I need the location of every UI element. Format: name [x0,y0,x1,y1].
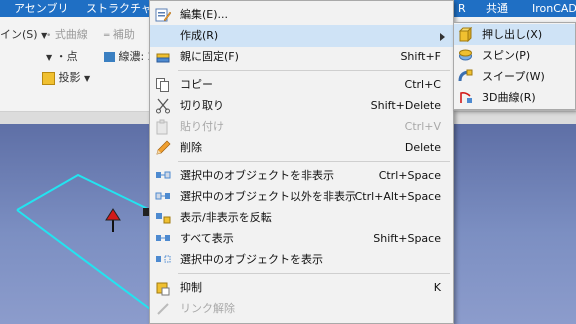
assist-label: 補助 [112,28,135,41]
menu-item-hide-selected[interactable]: 選択中のオブジェクトを非表示 Ctrl+Space [150,165,453,187]
point-label: ・点 [55,50,78,63]
assist-button[interactable]: ═ 補助 [104,26,135,42]
menu-item-label: 選択中のオブジェクトを表示 [180,253,323,266]
line-style-label: 式曲線 [54,28,88,41]
ribbon-line-fragment[interactable]: イン(S) ▼ [0,26,47,42]
point-button[interactable]: ▼ ・点 [46,48,78,64]
edit-icon [155,8,171,22]
chevron-down-icon: ▼ [84,74,91,83]
submenu-item-label: 押し出し(X) [482,28,543,41]
menu-item-label: すべて表示 [180,232,234,245]
menu-item-delete[interactable]: 削除 Delete [150,137,453,159]
tab-ironcad[interactable]: IronCAD [532,0,576,17]
hide-others-icon [155,192,170,200]
submenu-item-label: 3D曲線(R) [482,91,536,104]
spin-icon [459,49,472,61]
submenu-item-spin[interactable]: スピン(P) [454,45,575,66]
tab-assembly[interactable]: アセンブリ [14,0,68,17]
menu-item-shortcut: Ctrl+Alt+Space [354,190,441,203]
anchor-icon [156,53,170,63]
hide-selected-icon [156,171,171,179]
menu-item-label: 貼り付け [180,120,224,133]
scissors-icon [156,98,170,114]
line-style-button[interactable]: • 式曲線 [46,26,88,42]
menu-item-label: 選択中のオブジェクト以外を非表示 [180,190,356,203]
menu-item-copy[interactable]: コピー Ctrl+C [150,74,453,96]
menu-item-shortcut: Shift+F [400,50,441,63]
submenu-item-label: スイープ(W) [482,70,545,83]
copy-icon [156,78,169,92]
toggle-visibility-icon [156,213,171,224]
anchor-arrow-icon [105,208,121,221]
menu-item-unlink[interactable]: リンク解除 [150,298,453,320]
menu-item-hide-others[interactable]: 選択中のオブジェクト以外を非表示 Ctrl+Alt+Space [150,186,453,208]
point-dropdown-icon: ▼ [46,53,53,62]
assist-icon: ═ [104,31,110,41]
menu-item-shortcut: Delete [404,141,441,154]
show-all-icon [156,235,170,241]
menu-separator [178,70,450,71]
menu-item-show-all[interactable]: すべて表示 Shift+Space [150,228,453,250]
menu-item-label: 表示/非表示を反転 [180,211,272,224]
suppress-icon [156,282,170,296]
menu-item-fix-to-parent[interactable]: 親に固定(F) Shift+F [150,46,453,68]
menu-separator [178,161,450,162]
projection-label: 投影 [58,71,81,84]
submenu-item-extrude[interactable]: 押し出し(X) [454,24,575,45]
menu-item-shortcut: Shift+Space [373,232,441,245]
line-style-icon: • [46,31,52,41]
tab-structure[interactable]: ストラクチャ [86,0,152,17]
extrude-icon [458,27,473,42]
menu-item-label: 編集(E)... [180,8,229,21]
menu-item-label: 親に固定(F) [180,50,239,63]
sweep-icon [458,69,473,82]
submenu-arrow-icon [440,33,445,41]
tab-r-fragment[interactable]: R [458,0,466,17]
menu-item-create[interactable]: 作成(R) [150,25,453,47]
menu-item-label: 選択中のオブジェクトを非表示 [180,169,334,182]
create-submenu: 押し出し(X) スピン(P) スイープ(W) 3D曲線(R) [453,22,576,110]
ribbon-fragment-label: イン(S) [0,28,38,41]
menu-item-toggle-visibility[interactable]: 表示/非表示を反転 [150,207,453,229]
unlink-icon [157,303,169,315]
paste-icon [156,119,168,135]
menu-item-edit[interactable]: 編集(E)... [150,4,453,26]
projection-icon [42,71,55,85]
menu-item-shortcut: Ctrl+Space [378,169,441,182]
menu-item-label: リンク解除 [180,302,235,315]
menu-item-shortcut: Ctrl+C [404,78,441,91]
menu-item-label: 作成(R) [180,29,219,42]
tab-common[interactable]: 共通 [486,0,508,17]
sketch-edge-upper [16,173,151,211]
menu-item-label: 抑制 [180,281,202,294]
menu-item-shortcut: Shift+Delete [370,99,441,112]
menu-item-label: 削除 [180,141,202,154]
context-menu: 編集(E)... 作成(R) 親に固定(F) Shift+F コピー Ctrl+… [149,0,454,324]
line-width-icon [104,52,115,62]
submenu-item-3d-curve[interactable]: 3D曲線(R) [454,87,575,108]
submenu-item-sweep[interactable]: スイープ(W) [454,66,575,87]
sketch-edge-lower [16,209,151,310]
menu-item-suppress[interactable]: 抑制 K [150,277,453,299]
menu-item-label: コピー [180,78,213,91]
menu-item-cut[interactable]: 切り取り Shift+Delete [150,95,453,117]
menu-separator [178,273,450,274]
menu-item-shortcut: Ctrl+V [404,120,441,133]
menu-item-show-selected[interactable]: 選択中のオブジェクトを表示 [150,249,453,271]
pencil-icon [156,140,171,155]
show-selected-icon [156,255,171,263]
menu-item-shortcut: K [433,281,441,294]
menu-item-paste[interactable]: 貼り付け Ctrl+V [150,116,453,138]
menu-item-label: 切り取り [180,99,224,112]
curve-3d-icon [460,92,472,103]
projection-button[interactable]: 投影 ▼ [42,69,90,85]
submenu-item-label: スピン(P) [482,49,531,62]
